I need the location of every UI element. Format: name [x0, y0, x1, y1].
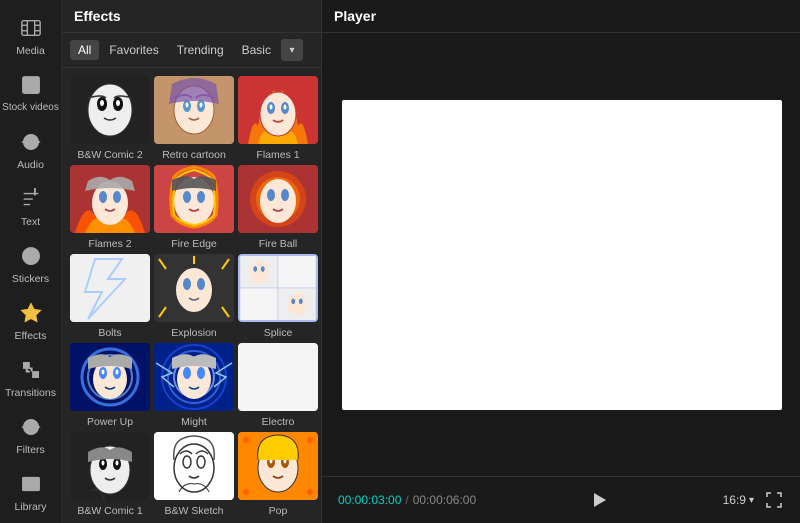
time-display: 00:00:03:00 / 00:00:06:00 — [338, 493, 476, 507]
effect-name-explosion: Explosion — [171, 327, 217, 339]
effect-bw1[interactable]: B&W Comic 1 — [70, 432, 150, 517]
filter-tabs: All Favorites Trending Basic ▾ — [62, 33, 321, 68]
player-panel: Player 00:00:03:00 / 00:00:06:00 16:9 ▾ — [322, 0, 800, 523]
time-total: 00:00:06:00 — [413, 493, 476, 507]
effect-retro[interactable]: Retro cartoon — [154, 76, 234, 161]
effect-name-electro: Electro — [262, 416, 295, 428]
effect-thumb-retro — [154, 76, 234, 144]
effect-explosion[interactable]: Explosion — [154, 254, 234, 339]
time-separator: / — [405, 493, 408, 507]
effect-name-flames1: Flames 1 — [256, 149, 299, 161]
sidebar-item-media[interactable]: Media — [0, 8, 61, 65]
sidebar-item-library[interactable]: Library — [0, 464, 61, 521]
player-header: Player — [322, 0, 800, 33]
effect-name-flames2: Flames 2 — [88, 238, 131, 250]
effect-name-fireball: Fire Ball — [259, 238, 298, 250]
effect-might[interactable]: Might — [154, 343, 234, 428]
sidebar-item-stickers[interactable]: Stickers — [0, 236, 61, 293]
effect-name-bolts: Bolts — [98, 327, 121, 339]
effect-thumb-bolts — [70, 254, 150, 322]
aspect-ratio-selector[interactable]: 16:9 ▾ — [723, 493, 754, 507]
player-title: Player — [334, 8, 376, 24]
effect-name-fire-edge: Fire Edge — [171, 238, 217, 250]
effect-flames1[interactable]: Flames 1 — [238, 76, 318, 161]
more-tabs-button[interactable]: ▾ — [281, 39, 303, 61]
effects-icon — [19, 301, 43, 325]
effect-thumb-bw-comic2 — [70, 76, 150, 144]
effect-pop[interactable]: Pop — [238, 432, 318, 517]
effect-thumb-splice — [238, 254, 318, 322]
svg-text:T: T — [31, 188, 39, 198]
effect-flames2[interactable]: Flames 2 — [70, 165, 150, 250]
effect-name-bw-comic2: B&W Comic 2 — [77, 149, 142, 161]
stock-icon — [19, 73, 43, 97]
effect-bolts[interactable]: Bolts — [70, 254, 150, 339]
sidebar-item-effects-label: Effects — [15, 330, 47, 342]
effects-panel: Effects All Favorites Trending Basic ▾ — [62, 0, 322, 523]
sidebar-item-stock-label: Stock videos — [2, 102, 59, 114]
aspect-ratio-chevron: ▾ — [749, 495, 754, 506]
effect-thumb-pop — [238, 432, 318, 500]
effect-name-pop: Pop — [269, 505, 288, 517]
effect-powerup[interactable]: Power Up — [70, 343, 150, 428]
library-icon — [19, 472, 43, 496]
tab-all[interactable]: All — [70, 40, 99, 60]
effect-name-might: Might — [181, 416, 207, 428]
audio-icon — [19, 130, 43, 154]
effect-splice[interactable]: Splice — [238, 254, 318, 339]
effect-thumb-flames1 — [238, 76, 318, 144]
fullscreen-button[interactable] — [762, 488, 786, 512]
sidebar-item-text[interactable]: T Text — [0, 179, 61, 236]
sidebar-item-stock[interactable]: Stock videos — [0, 65, 61, 122]
effect-name-splice: Splice — [264, 327, 293, 339]
effect-thumb-fireball — [238, 165, 318, 233]
effect-electro[interactable]: Electro — [238, 343, 318, 428]
transitions-icon — [19, 358, 43, 382]
effect-name-bw1: B&W Comic 1 — [77, 505, 142, 517]
play-button[interactable] — [584, 485, 614, 515]
sidebar-item-stickers-label: Stickers — [12, 273, 49, 285]
tab-favorites[interactable]: Favorites — [101, 40, 166, 60]
player-controls: 00:00:03:00 / 00:00:06:00 16:9 ▾ — [322, 476, 800, 523]
effects-grid: B&W Comic 2 — [62, 68, 321, 523]
effect-thumb-bwsketch — [154, 432, 234, 500]
sidebar: Media Stock videos Audio T Text Stickers… — [0, 0, 62, 523]
sidebar-item-filters-label: Filters — [16, 444, 45, 456]
sidebar-item-audio-label: Audio — [17, 159, 44, 171]
sidebar-item-transitions-label: Transitions — [5, 387, 56, 399]
sidebar-item-audio[interactable]: Audio — [0, 122, 61, 179]
tab-basic[interactable]: Basic — [234, 40, 279, 60]
effect-thumb-powerup — [70, 343, 150, 411]
effects-panel-title: Effects — [62, 0, 321, 33]
tab-trending[interactable]: Trending — [169, 40, 232, 60]
player-canvas — [342, 100, 782, 410]
right-controls: 16:9 ▾ — [723, 488, 786, 512]
effect-thumb-fire-edge — [154, 165, 234, 233]
sidebar-item-filters[interactable]: Filters — [0, 407, 61, 464]
text-icon: T — [19, 187, 43, 211]
effect-fire-edge[interactable]: Fire Edge — [154, 165, 234, 250]
effect-thumb-bw1 — [70, 432, 150, 500]
effect-thumb-explosion — [154, 254, 234, 322]
film-icon — [19, 16, 43, 40]
effect-fireball[interactable]: Fire Ball — [238, 165, 318, 250]
sidebar-item-library-label: Library — [14, 501, 46, 513]
time-current: 00:00:03:00 — [338, 493, 401, 507]
effect-bw-comic2[interactable]: B&W Comic 2 — [70, 76, 150, 161]
effect-thumb-flames2 — [70, 165, 150, 233]
effect-bwsketch[interactable]: B&W Sketch — [154, 432, 234, 517]
effect-thumb-electro — [238, 343, 318, 411]
effect-name-retro: Retro cartoon — [162, 149, 226, 161]
sidebar-item-effects[interactable]: Effects — [0, 293, 61, 350]
sidebar-item-transitions[interactable]: Transitions — [0, 350, 61, 407]
sidebar-item-text-label: Text — [21, 216, 40, 228]
aspect-ratio-label: 16:9 — [723, 493, 746, 507]
effect-name-bwsketch: B&W Sketch — [165, 505, 224, 517]
stickers-icon — [19, 244, 43, 268]
effect-name-powerup: Power Up — [87, 416, 133, 428]
effect-thumb-might — [154, 343, 234, 411]
filters-icon — [19, 415, 43, 439]
player-viewport — [322, 33, 800, 476]
sidebar-item-media-label: Media — [16, 45, 45, 57]
